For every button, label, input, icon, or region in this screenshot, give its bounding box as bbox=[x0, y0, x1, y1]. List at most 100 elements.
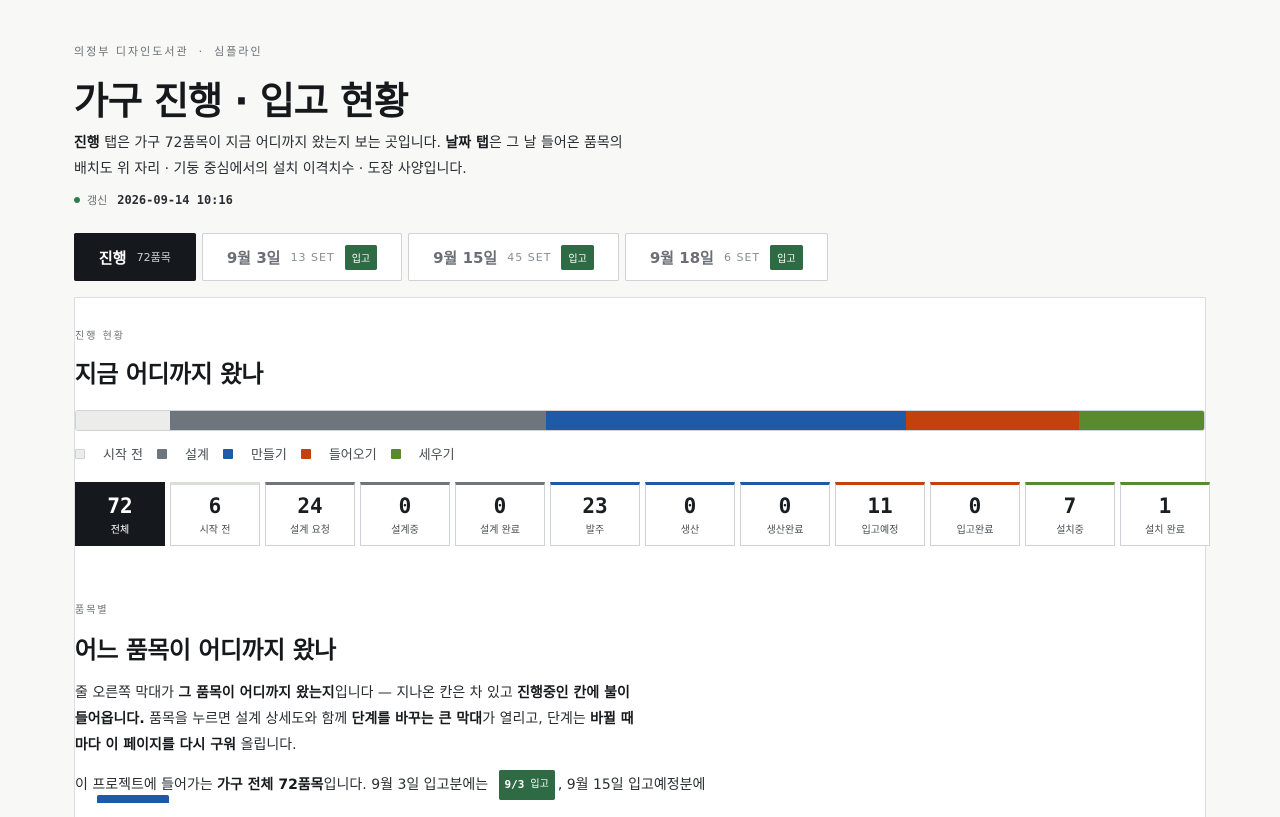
intro-text: 진행 탭은 가구 72품목이 지금 어디까지 왔는지 보는 곳입니다. 날짜 탭… bbox=[74, 130, 634, 182]
legend-swatch-icon bbox=[300, 448, 311, 459]
stat-label: 설계중 bbox=[391, 525, 419, 536]
stat-card[interactable]: 0 생산 bbox=[645, 482, 735, 546]
summary-bold: 가구 전체 72품목 bbox=[217, 777, 324, 793]
stat-label: 설계 완료 bbox=[480, 525, 520, 536]
stat-number: 1 bbox=[1158, 494, 1172, 518]
stat-number: 23 bbox=[582, 494, 608, 518]
progress-panel: 진행 현황 지금 어디까지 왔나 시작 전 설계 만들기 들어오기 세우기 72 전체 6 시… bbox=[74, 297, 1210, 817]
progress-legend: 시작 전 설계 만들기 들어오기 세우기 bbox=[75, 444, 469, 463]
progress-stacked-bar bbox=[75, 410, 1205, 431]
stat-number: 72 bbox=[107, 494, 133, 518]
legend-item: 만들기 bbox=[222, 444, 287, 463]
stat-label: 설치 완료 bbox=[1145, 525, 1185, 536]
legend-item: 시작 전 bbox=[75, 444, 143, 463]
legend-label: 시작 전 bbox=[103, 448, 144, 463]
stat-label: 시작 전 bbox=[199, 525, 231, 536]
legend-swatch-icon bbox=[222, 448, 233, 459]
stat-card[interactable]: 7 설치중 bbox=[1025, 482, 1115, 546]
breadcrumb: 의정부 디자인도서관 · 심플라인 bbox=[74, 43, 263, 59]
progress-bar-segment bbox=[906, 411, 1079, 430]
desc-text: 가 열리고, 단계는 bbox=[482, 711, 591, 727]
breadcrumb-org: 의정부 디자인도서관 bbox=[74, 45, 189, 58]
tab-label: 9월 15일 bbox=[433, 248, 498, 267]
tab-count: 45 SET bbox=[507, 250, 552, 264]
intro-bold-progress: 진행 bbox=[74, 135, 100, 151]
legend-item: 들어오기 bbox=[300, 444, 377, 463]
stat-card-total[interactable]: 72 전체 bbox=[75, 482, 165, 546]
stat-number: 0 bbox=[778, 494, 792, 518]
progress-bar-segment bbox=[170, 411, 546, 430]
stat-card[interactable]: 0 설계 완료 bbox=[455, 482, 545, 546]
stat-label: 설치중 bbox=[1056, 525, 1084, 536]
stat-card[interactable]: 23 발주 bbox=[550, 482, 640, 546]
stat-label: 생산완료 bbox=[766, 525, 804, 536]
intro-bold-date-tab: 날짜 탭 bbox=[445, 135, 489, 151]
stat-card[interactable]: 1 설치 완료 bbox=[1120, 482, 1210, 546]
delivery-date-pill[interactable]: 9/3 입고 bbox=[498, 770, 555, 800]
stat-number: 6 bbox=[208, 494, 222, 518]
legend-swatch-icon bbox=[390, 448, 401, 459]
stat-label: 전체 bbox=[110, 525, 130, 536]
stat-number: 0 bbox=[683, 494, 697, 518]
stat-number: 0 bbox=[398, 494, 412, 518]
progress-title: 지금 어디까지 왔나 bbox=[75, 360, 264, 388]
live-status-dot-icon bbox=[74, 197, 80, 203]
stat-label: 생산 bbox=[680, 525, 700, 536]
stat-label: 입고완료 bbox=[956, 525, 994, 536]
stat-number: 0 bbox=[968, 494, 982, 518]
legend-item: 세우기 bbox=[390, 444, 455, 463]
stage-stats: 72 전체 6 시작 전 24 설계 요청 0 설계중 0 설계 완료 23 발주 0 생산 0 생산완료 11… bbox=[75, 482, 1210, 546]
legend-swatch-icon bbox=[157, 448, 168, 459]
page-title: 가구 진행 · 입고 현황 bbox=[74, 79, 409, 123]
tab-label: 진행 bbox=[99, 248, 127, 267]
legend-label: 들어오기 bbox=[328, 448, 377, 463]
items-title: 어느 품목이 어디까지 왔나 bbox=[75, 636, 336, 664]
pill-label: 입고 bbox=[530, 779, 549, 790]
progress-eyebrow: 진행 현황 bbox=[75, 331, 125, 342]
tab-count: 72품목 bbox=[136, 251, 171, 264]
desc-bold: 그 품목이 어디까지 왔는지 bbox=[178, 685, 335, 701]
items-eyebrow: 품목별 bbox=[75, 605, 109, 616]
summary-text: 이 프로젝트에 들어가는 bbox=[75, 777, 218, 793]
stat-card[interactable]: 24 설계 요청 bbox=[265, 482, 355, 546]
legend-label: 만들기 bbox=[250, 448, 287, 463]
legend-swatch-icon bbox=[75, 448, 85, 459]
desc-text: 올립니다. bbox=[236, 737, 297, 753]
tab-sep-15[interactable]: 9월 15일 45 SET 입고 bbox=[408, 233, 619, 281]
delivery-date-pill-partial[interactable] bbox=[97, 795, 169, 803]
items-summary: 이 프로젝트에 들어가는 가구 전체 72품목입니다. 9월 3일 입고분에는 … bbox=[75, 770, 795, 800]
updated-label: 갱신 bbox=[87, 194, 108, 207]
stat-card[interactable]: 0 입고완료 bbox=[930, 482, 1020, 546]
tab-progress[interactable]: 진행 72품목 bbox=[74, 233, 196, 281]
desc-bold: 단계를 바꾸는 큰 막대 bbox=[351, 711, 483, 727]
items-description: 줄 오른쪽 막대가 그 품목이 어디까지 왔는지입니다 — 지나온 칸은 차 있… bbox=[75, 680, 645, 758]
pill-date: 9/3 bbox=[504, 778, 525, 791]
tab-count: 13 SET bbox=[290, 250, 335, 264]
tab-badge: 입고 bbox=[561, 244, 594, 270]
stat-number: 24 bbox=[297, 494, 323, 518]
legend-label: 세우기 bbox=[418, 448, 455, 463]
breadcrumb-separator: · bbox=[198, 45, 205, 58]
tab-sep-18[interactable]: 9월 18일 6 SET 입고 bbox=[624, 233, 828, 281]
summary-text: 입니다. 9월 3일 입고분에는 bbox=[323, 777, 493, 793]
stat-card[interactable]: 11 입고예정 bbox=[835, 482, 925, 546]
desc-text: 입니다 — 지나온 칸은 차 있고 bbox=[334, 685, 518, 701]
tab-bar: 진행 72품목 9월 3일 13 SET 입고 9월 15일 45 SET 입고… bbox=[74, 233, 828, 281]
tab-badge: 입고 bbox=[344, 244, 378, 270]
stat-card[interactable]: 0 생산완료 bbox=[740, 482, 830, 546]
tab-sep-3[interactable]: 9월 3일 13 SET 입고 bbox=[201, 233, 403, 281]
stat-number: 7 bbox=[1063, 494, 1077, 518]
stat-label: 발주 bbox=[585, 525, 605, 536]
progress-bar-segment bbox=[1078, 411, 1204, 430]
tab-label: 9월 18일 bbox=[649, 248, 714, 267]
desc-text: 줄 오른쪽 막대가 bbox=[75, 685, 179, 701]
stat-number: 0 bbox=[493, 494, 507, 518]
intro-text-1: 탭은 가구 72품목이 지금 어디까지 왔는지 보는 곳입니다. bbox=[99, 135, 446, 151]
legend-label: 설계 bbox=[185, 448, 209, 463]
stat-card[interactable]: 0 설계중 bbox=[360, 482, 450, 546]
progress-bar-segment bbox=[546, 411, 907, 430]
stat-card[interactable]: 6 시작 전 bbox=[170, 482, 260, 546]
stat-label: 입고예정 bbox=[861, 525, 899, 536]
legend-item: 설계 bbox=[157, 444, 209, 463]
stat-number: 11 bbox=[867, 494, 893, 518]
